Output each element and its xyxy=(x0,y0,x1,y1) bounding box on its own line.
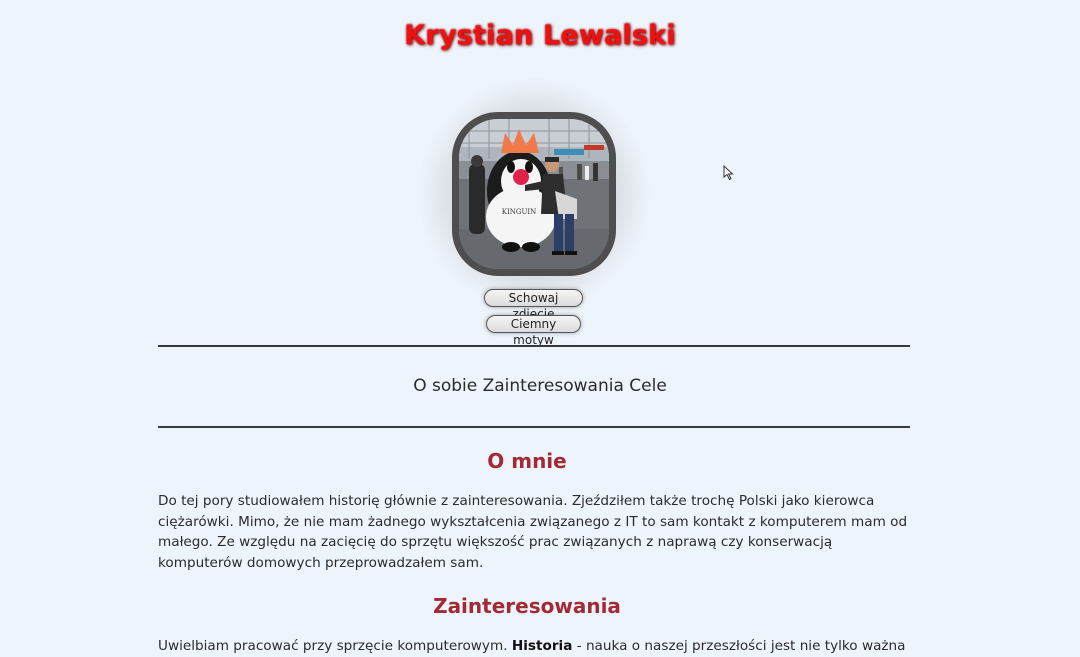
top-divider xyxy=(158,345,910,347)
interests-text: Uwielbiam pracować przy sprzęcie kompute… xyxy=(158,636,910,657)
profile-photo: KINGUIN xyxy=(452,112,616,276)
interests-bold-word: Historia xyxy=(511,638,573,654)
interests-text-rest: - nauka o naszej przeszłości jest nie ty… xyxy=(576,638,910,654)
about-heading: O mnie xyxy=(487,449,567,473)
about-text: Do tej pory studiowałem historię głównie… xyxy=(158,493,908,571)
penguin-label: KINGUIN xyxy=(502,208,537,216)
hide-photo-button[interactable]: Schowaj zdjęcie xyxy=(484,289,583,321)
page: Krystian Lewalski KINGUIN Schowaj zdjęci… xyxy=(0,0,1080,654)
nav-link-about[interactable]: O sobie xyxy=(413,376,477,396)
site-title: Krystian Lewalski xyxy=(404,20,676,51)
dark-theme-button[interactable]: Ciemny motyw xyxy=(486,315,581,347)
nav-link-goals[interactable]: Cele xyxy=(629,376,667,396)
nav-link-interests[interactable]: Zainteresowania xyxy=(483,376,624,396)
section-nav: O sobie Zainteresowania Cele xyxy=(0,376,1080,396)
mouse-cursor-icon xyxy=(723,165,734,181)
bottom-divider xyxy=(158,426,910,428)
profile-photo-image: KINGUIN xyxy=(459,119,609,269)
interests-text-start: Uwielbiam pracować przy sprzęcie kompute… xyxy=(158,638,508,654)
interests-heading: Zainteresowania xyxy=(433,594,621,618)
